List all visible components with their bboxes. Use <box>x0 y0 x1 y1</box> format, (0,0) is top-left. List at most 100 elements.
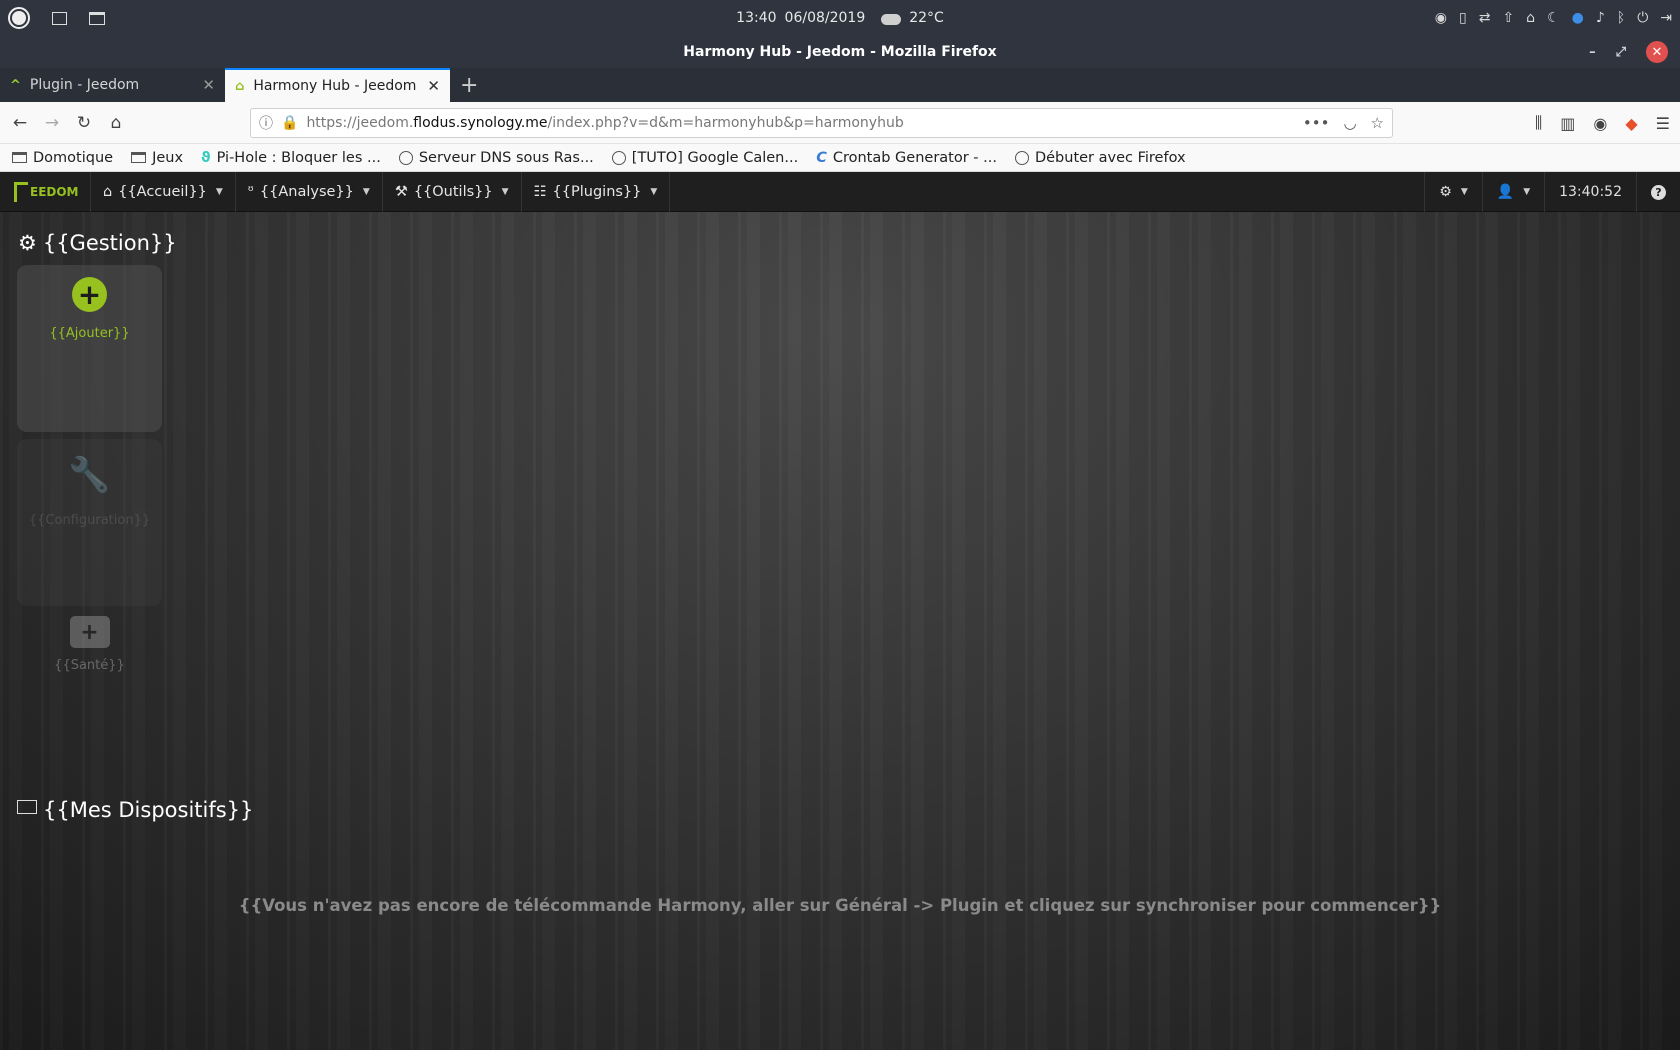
user-menu[interactable]: 👤 ▼ <box>1481 172 1544 212</box>
tab-harmony-hub[interactable]: ⌂ Harmony Hub - Jeedom ✕ <box>225 68 450 102</box>
navigation-bar: ← → ↻ ⌂ ⓘ 🔒 https://jeedom.flodus.synolo… <box>0 102 1680 144</box>
phone-icon[interactable]: ▯ <box>1459 10 1467 26</box>
gestion-title-text: {{Gestion}} <box>42 231 177 255</box>
close-window-button[interactable]: ✕ <box>1646 41 1668 63</box>
menu-accueil[interactable]: ⌂ {{Accueil}} ▼ <box>90 171 235 212</box>
plus-circle-icon: + <box>72 277 107 312</box>
sidebar-icon[interactable]: ▥ <box>1560 114 1575 133</box>
app-menu-icon[interactable] <box>8 7 30 29</box>
globe-icon <box>611 150 626 165</box>
bookmark-tuto-google[interactable]: [TUTO] Google Calen... <box>611 149 799 166</box>
url-host: flodus.synology.me <box>413 115 548 131</box>
library-icon[interactable]: ⫼ <box>1535 113 1542 133</box>
close-tab-icon[interactable]: ✕ <box>427 77 440 95</box>
add-label: {{Ajouter}} <box>49 326 130 341</box>
pocket-icon[interactable]: ◡ <box>1343 114 1356 132</box>
bluetooth-icon[interactable]: ᛒ <box>1617 10 1625 26</box>
jeedom-page: EEDOM ⌂ {{Accueil}} ▼ ᶷ {{Analyse}} ▼ ⚒ … <box>0 171 1680 1050</box>
url-path: /index.php?v=d&m=harmonyhub&p=harmonyhub <box>547 115 904 131</box>
bookmark-crontab[interactable]: C Crontab Generator - ... <box>816 150 997 166</box>
harmony-favicon-icon: ⌂ <box>235 78 245 94</box>
tasks-icon: ☷ <box>533 183 547 200</box>
bookmark-label: [TUTO] Google Calen... <box>631 149 799 166</box>
back-button[interactable]: ← <box>4 113 36 133</box>
wrench-icon: ⚒ <box>394 183 408 200</box>
caret-down-icon: ▼ <box>1460 187 1468 197</box>
volume-icon[interactable]: ♪ <box>1596 10 1605 26</box>
reload-button[interactable]: ↻ <box>68 113 100 133</box>
menu-label: {{Outils}} <box>413 183 493 200</box>
home-button[interactable]: ⌂ <box>100 113 132 133</box>
home-tray-icon[interactable]: ⌂ <box>1526 10 1535 26</box>
os-time: 13:40 <box>736 10 777 26</box>
minimize-button[interactable]: – <box>1589 45 1596 60</box>
devices-heading: {{Mes Dispositifs}} <box>17 798 253 822</box>
bookmark-label: Crontab Generator - ... <box>832 149 997 166</box>
window-titlebar: Harmony Hub - Jeedom - Mozilla Firefox –… <box>0 36 1680 68</box>
tab-strip: ^ Plugin - Jeedom ✕ ⌂ Harmony Hub - Jeed… <box>0 68 1680 102</box>
forward-button[interactable]: → <box>36 113 68 133</box>
bookmark-label: Débuter avec Firefox <box>1034 149 1186 166</box>
steam-icon[interactable]: ◉ <box>1435 10 1447 26</box>
sync-icon[interactable]: ⇄ <box>1479 10 1491 26</box>
caret-down-icon: ▼ <box>215 186 223 197</box>
sante-label: {{Santé}} <box>54 658 125 673</box>
question-icon: ? <box>1651 184 1666 200</box>
insecure-lock-icon[interactable]: 🔒 <box>281 115 298 131</box>
bookmarks-toolbar: Domotique Jeux ϑ Pi-Hole : Bloquer les ..… <box>0 144 1680 172</box>
configuration-card[interactable]: 🔧 {{Configuration}} <box>17 439 162 606</box>
night-mode-icon[interactable]: ☾ <box>1547 10 1560 26</box>
close-tab-icon[interactable]: ✕ <box>202 76 215 94</box>
notification-icon[interactable]: ● <box>1572 10 1584 26</box>
caret-down-icon: ▼ <box>1523 187 1531 197</box>
jeedom-logo-icon <box>14 181 28 202</box>
empty-devices-message: {{Vous n'avez pas encore de télécommande… <box>238 896 1442 915</box>
stethoscope-icon: ᶷ <box>247 183 254 200</box>
folder-icon[interactable] <box>89 11 105 25</box>
settings-menu[interactable]: ⚙ ▼ <box>1424 172 1481 212</box>
window-icon[interactable] <box>52 11 67 25</box>
crontab-icon: C <box>816 149 827 166</box>
medkit-icon: + <box>69 616 110 648</box>
sante-card[interactable]: + {{Santé}} <box>17 616 162 673</box>
configuration-label: {{Configuration}} <box>28 513 151 528</box>
bookmark-firefox[interactable]: Débuter avec Firefox <box>1014 149 1186 166</box>
upload-icon[interactable]: ⇧ <box>1502 10 1514 26</box>
globe-icon <box>1014 150 1029 165</box>
bookmark-star-icon[interactable]: ☆ <box>1371 114 1384 132</box>
url-text[interactable]: https://jeedom.flodus.synology.me/index.… <box>306 115 903 131</box>
bookmark-dns[interactable]: Serveur DNS sous Ras... <box>398 150 594 166</box>
account-icon[interactable]: ◉ <box>1593 114 1607 133</box>
bookmark-domotique[interactable]: Domotique <box>12 150 113 166</box>
tab-label: Plugin - Jeedom <box>29 77 140 93</box>
jeedom-logo[interactable]: EEDOM <box>0 172 90 212</box>
tab-plugin-jeedom[interactable]: ^ Plugin - Jeedom ✕ <box>0 68 225 102</box>
hamburger-menu-icon[interactable]: ☰ <box>1656 114 1670 133</box>
info-icon[interactable]: ⓘ <box>259 113 273 133</box>
jeedom-logo-text: EEDOM <box>30 184 79 199</box>
menu-analyse[interactable]: ᶷ {{Analyse}} ▼ <box>234 171 382 212</box>
os-top-panel: 13:40 06/08/2019 22°C ◉ ▯ ⇄ ⇧ ⌂ ☾ ● ♪ ᛒ … <box>0 0 1680 36</box>
menu-outils[interactable]: ⚒ {{Outils}} ▼ <box>381 171 521 212</box>
cloud-icon <box>881 13 902 25</box>
help-button[interactable]: ? <box>1636 172 1680 212</box>
os-date: 06/08/2019 <box>784 10 866 26</box>
maximize-button[interactable]: ⤢ <box>1616 45 1626 60</box>
jeedom-clock: 13:40:52 <box>1544 172 1636 212</box>
bookmark-jeux[interactable]: Jeux <box>131 150 183 166</box>
bookmark-label: Pi-Hole : Bloquer les ... <box>216 149 381 166</box>
menu-label: {{Plugins}} <box>552 183 642 200</box>
tab-label: Harmony Hub - Jeedom <box>253 78 417 94</box>
url-bar[interactable]: ⓘ 🔒 https://jeedom.flodus.synology.me/in… <box>250 108 1393 138</box>
bookmark-label: Jeux <box>152 149 184 166</box>
page-actions-icon[interactable]: ••• <box>1303 114 1330 132</box>
power-icon[interactable]: ⏻ <box>1637 10 1648 26</box>
new-tab-button[interactable]: + <box>450 68 488 102</box>
extension-icon[interactable]: ◆ <box>1625 114 1637 133</box>
add-card[interactable]: + {{Ajouter}} <box>17 265 162 432</box>
jeedom-favicon-icon: ^ <box>10 77 21 93</box>
menu-plugins[interactable]: ☷ {{Plugins}} ▼ <box>520 171 671 212</box>
bookmark-pihole[interactable]: ϑ Pi-Hole : Bloquer les ... <box>201 150 381 166</box>
logout-icon[interactable]: ⇥ <box>1660 10 1672 26</box>
user-icon: 👤 <box>1496 184 1515 200</box>
